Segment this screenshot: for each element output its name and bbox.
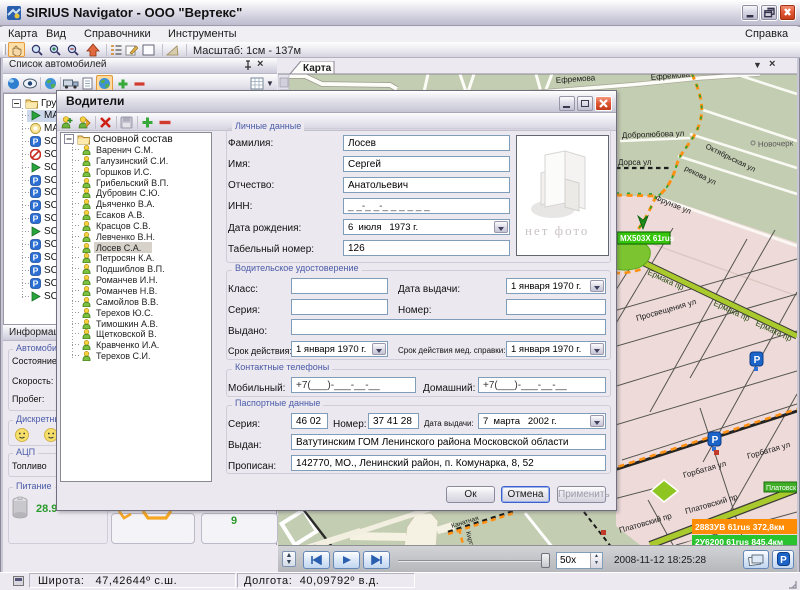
svg-text:P: P: [33, 253, 39, 263]
svg-text:Новочерк: Новочерк: [758, 139, 794, 149]
svg-text:Платовск: Платовск: [766, 485, 797, 492]
svg-text:P: P: [33, 176, 39, 186]
svg-text:P: P: [754, 355, 761, 366]
svg-text:P: P: [33, 266, 39, 276]
svg-text:P: P: [33, 240, 39, 250]
svg-text:Карта: Карта: [303, 63, 332, 74]
svg-text:P: P: [33, 201, 39, 211]
svg-text:P: P: [712, 435, 719, 446]
svg-text:2У6200 61rus 845,4км: 2У6200 61rus 845,4км: [695, 537, 783, 545]
svg-text:P: P: [33, 188, 39, 198]
svg-text:P: P: [33, 137, 39, 147]
svg-text:P: P: [33, 279, 39, 289]
svg-text:2883УВ 61rus 372,8км: 2883УВ 61rus 372,8км: [695, 522, 785, 532]
svg-text:P: P: [33, 214, 39, 224]
svg-text:Дорса ул: Дорса ул: [618, 158, 652, 167]
svg-text:P: P: [780, 555, 787, 566]
svg-text:МХ503Х 61rus: МХ503Х 61rus: [620, 234, 675, 243]
